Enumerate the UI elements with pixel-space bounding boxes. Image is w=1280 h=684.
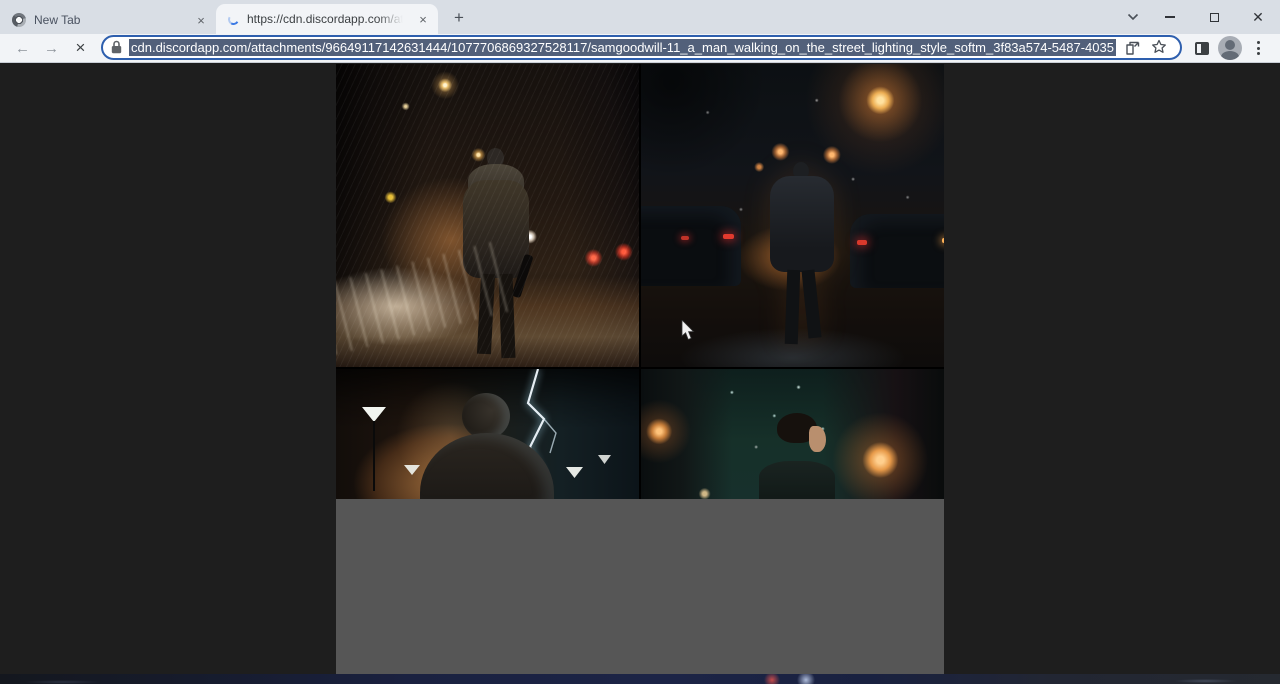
minimize-icon: [1165, 16, 1175, 18]
person-face: [809, 426, 826, 452]
tab-title: https://cdn.discordapp.com/atta: [247, 12, 406, 26]
loading-spinner-icon: [227, 12, 240, 25]
lock-icon[interactable]: [111, 40, 122, 54]
restore-icon: [1210, 13, 1219, 22]
unloaded-image-placeholder: [336, 499, 944, 674]
street-lamp: [404, 465, 420, 475]
image-quadrant-1: [336, 64, 639, 367]
mouse-cursor: [681, 320, 696, 341]
chromium-favicon-icon: [12, 13, 26, 27]
parked-car-right: [850, 214, 944, 288]
tab-title: New Tab: [34, 13, 184, 27]
menu-kebab-icon[interactable]: [1244, 35, 1272, 61]
person-body: [759, 461, 835, 499]
url-text[interactable]: cdn.discordapp.com/attachments/966491171…: [129, 38, 1120, 57]
lamp-post: [373, 421, 375, 491]
window-minimize-button[interactable]: [1148, 0, 1192, 34]
stop-loading-button[interactable]: ×: [66, 35, 95, 61]
tab-discord-cdn[interactable]: https://cdn.discordapp.com/atta ×: [216, 4, 438, 34]
tab-search-chevron-icon[interactable]: [1118, 0, 1148, 34]
image-quadrant-4: [641, 369, 944, 499]
tab-close-icon[interactable]: ×: [414, 10, 432, 28]
tab-close-icon[interactable]: ×: [192, 11, 210, 29]
page-content: [0, 64, 1280, 674]
parked-car-left: [641, 206, 741, 286]
browser-toolbar: ← → × cdn.discordapp.com/attachments/966…: [0, 34, 1280, 63]
person-icon: [1218, 36, 1242, 60]
window-restore-button[interactable]: [1192, 0, 1236, 34]
street-lamp: [566, 467, 583, 478]
url-selected-text: cdn.discordapp.com/attachments/966491171…: [129, 39, 1116, 56]
tab-new-tab[interactable]: New Tab ×: [0, 6, 216, 34]
share-icon[interactable]: [1120, 40, 1146, 55]
address-bar[interactable]: cdn.discordapp.com/attachments/966491171…: [101, 35, 1182, 60]
windows-taskbar-edge[interactable]: [0, 674, 1280, 684]
street-lamp: [598, 455, 611, 464]
new-tab-button[interactable]: +: [446, 5, 472, 31]
midjourney-image-grid[interactable]: [336, 64, 944, 499]
image-quadrant-3: [336, 369, 639, 499]
street-lamp: [362, 407, 386, 422]
rain-overlay: [336, 64, 639, 367]
back-button[interactable]: ←: [8, 35, 37, 61]
window-close-button[interactable]: ✕: [1236, 0, 1280, 34]
bookmark-star-icon[interactable]: [1146, 39, 1172, 55]
profile-avatar[interactable]: [1216, 35, 1244, 61]
side-panel-icon[interactable]: [1188, 35, 1216, 61]
person-silhouette: [769, 162, 835, 362]
forward-button[interactable]: →: [37, 35, 66, 61]
tab-strip: New Tab × https://cdn.discordapp.com/att…: [0, 0, 1280, 34]
image-column: [336, 64, 944, 674]
